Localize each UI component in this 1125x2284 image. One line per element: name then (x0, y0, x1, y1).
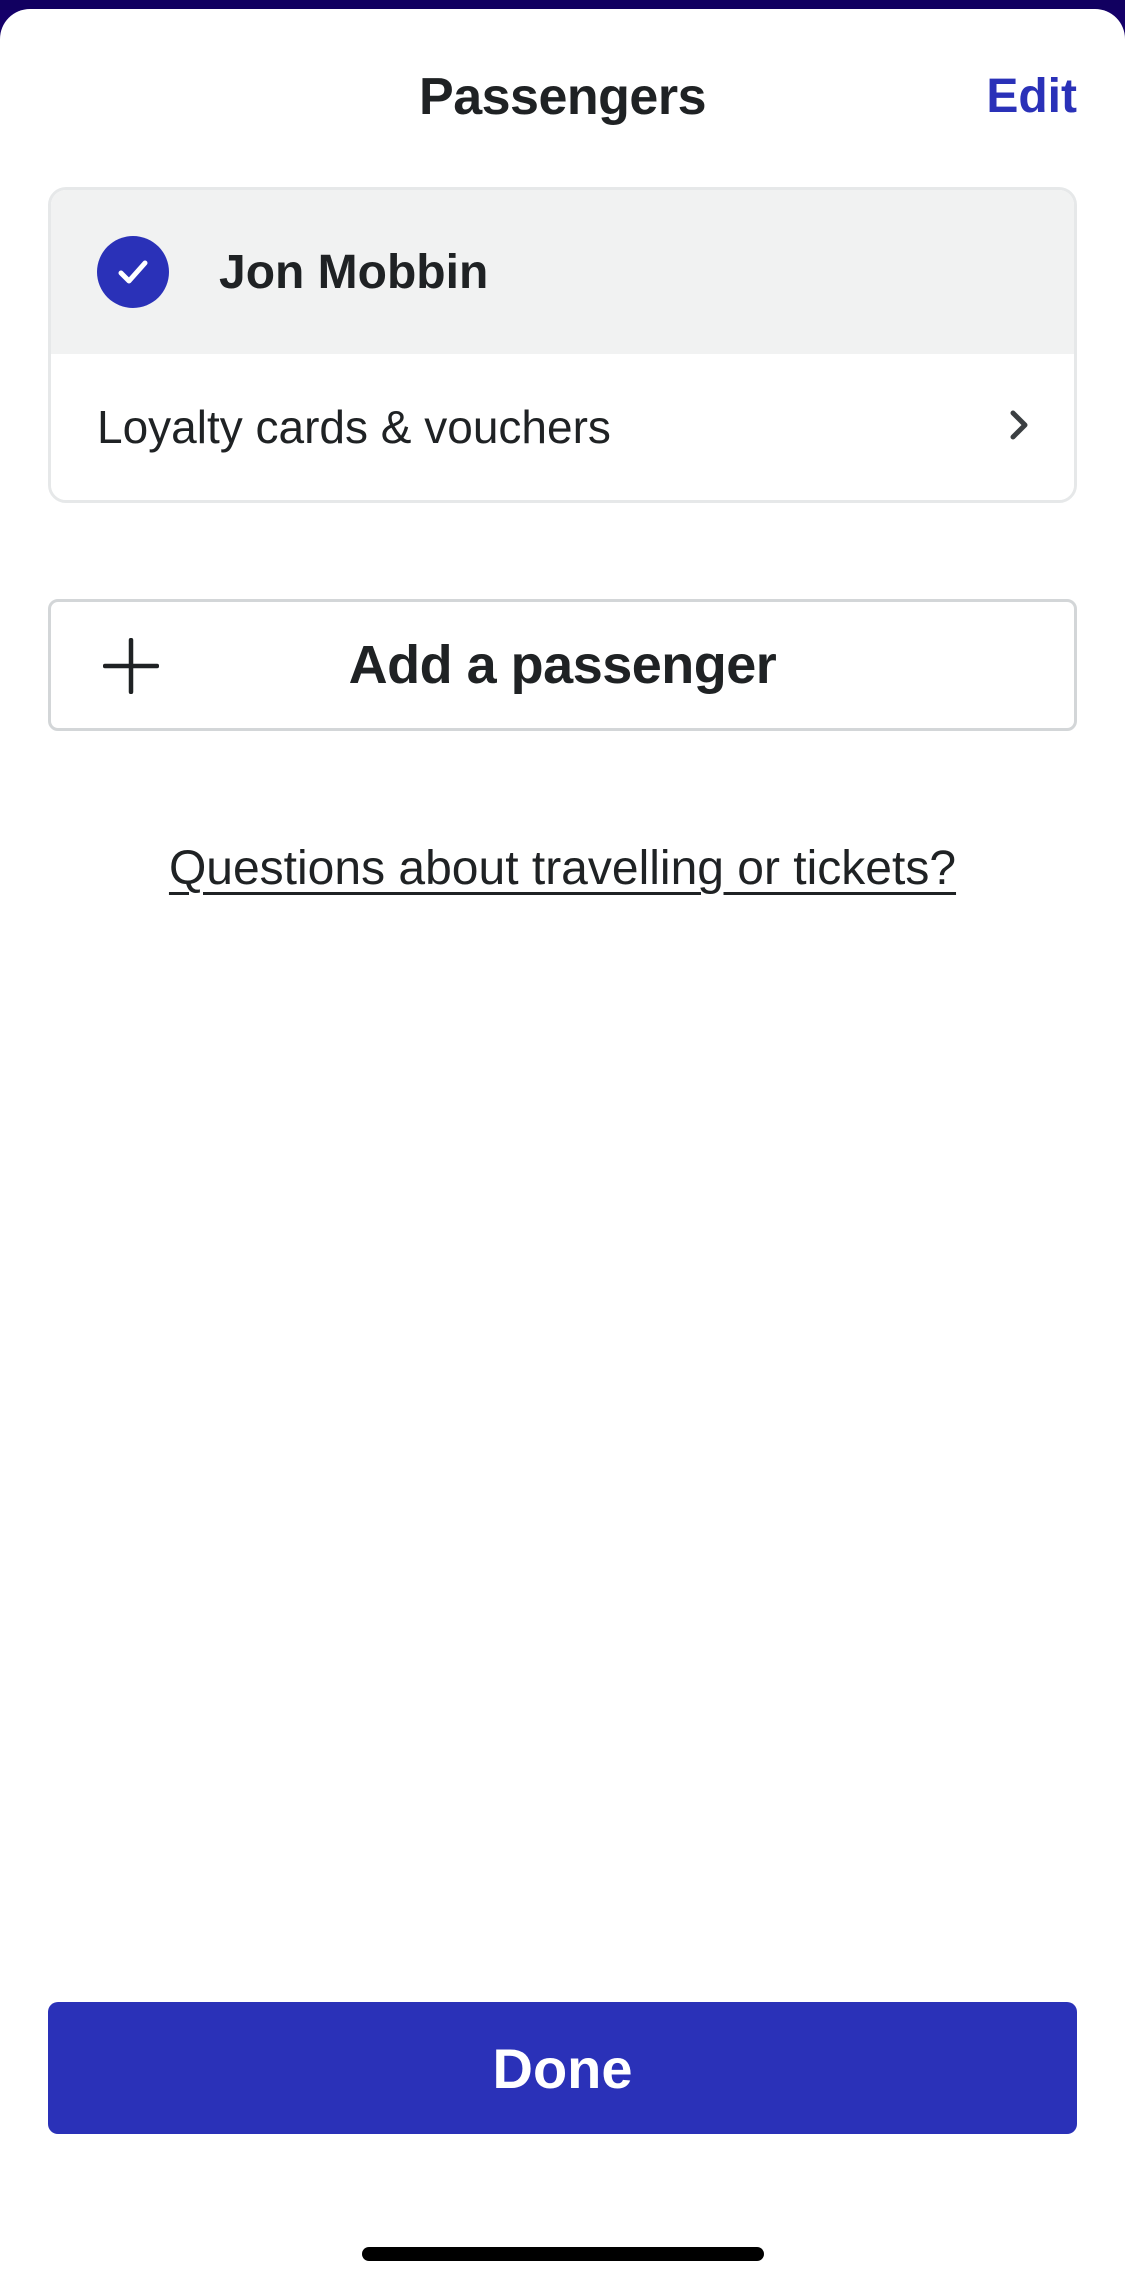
questions-link[interactable]: Questions about travelling or tickets? (0, 841, 1125, 896)
home-indicator[interactable] (362, 2247, 764, 2261)
chevron-right-icon (1004, 405, 1034, 450)
add-passenger-button[interactable]: Add a passenger (48, 599, 1077, 731)
passenger-name: Jon Mobbin (219, 245, 489, 299)
plus-icon (102, 637, 160, 695)
add-passenger-label: Add a passenger (348, 635, 777, 695)
loyalty-cards-row[interactable]: Loyalty cards & vouchers (51, 354, 1074, 500)
edit-button[interactable]: Edit (986, 69, 1077, 124)
sheet-header: Passengers Edit (0, 9, 1125, 177)
passengers-sheet: Passengers Edit Jon Mobbin Loyalty cards… (0, 9, 1125, 2284)
page-title: Passengers (419, 68, 706, 126)
passenger-row[interactable]: Jon Mobbin (51, 190, 1074, 354)
done-button[interactable]: Done (48, 2002, 1077, 2134)
done-label: Done (492, 2036, 633, 2100)
passenger-card: Jon Mobbin Loyalty cards & vouchers (48, 187, 1077, 503)
loyalty-cards-label: Loyalty cards & vouchers (97, 401, 611, 453)
check-icon (97, 236, 169, 308)
